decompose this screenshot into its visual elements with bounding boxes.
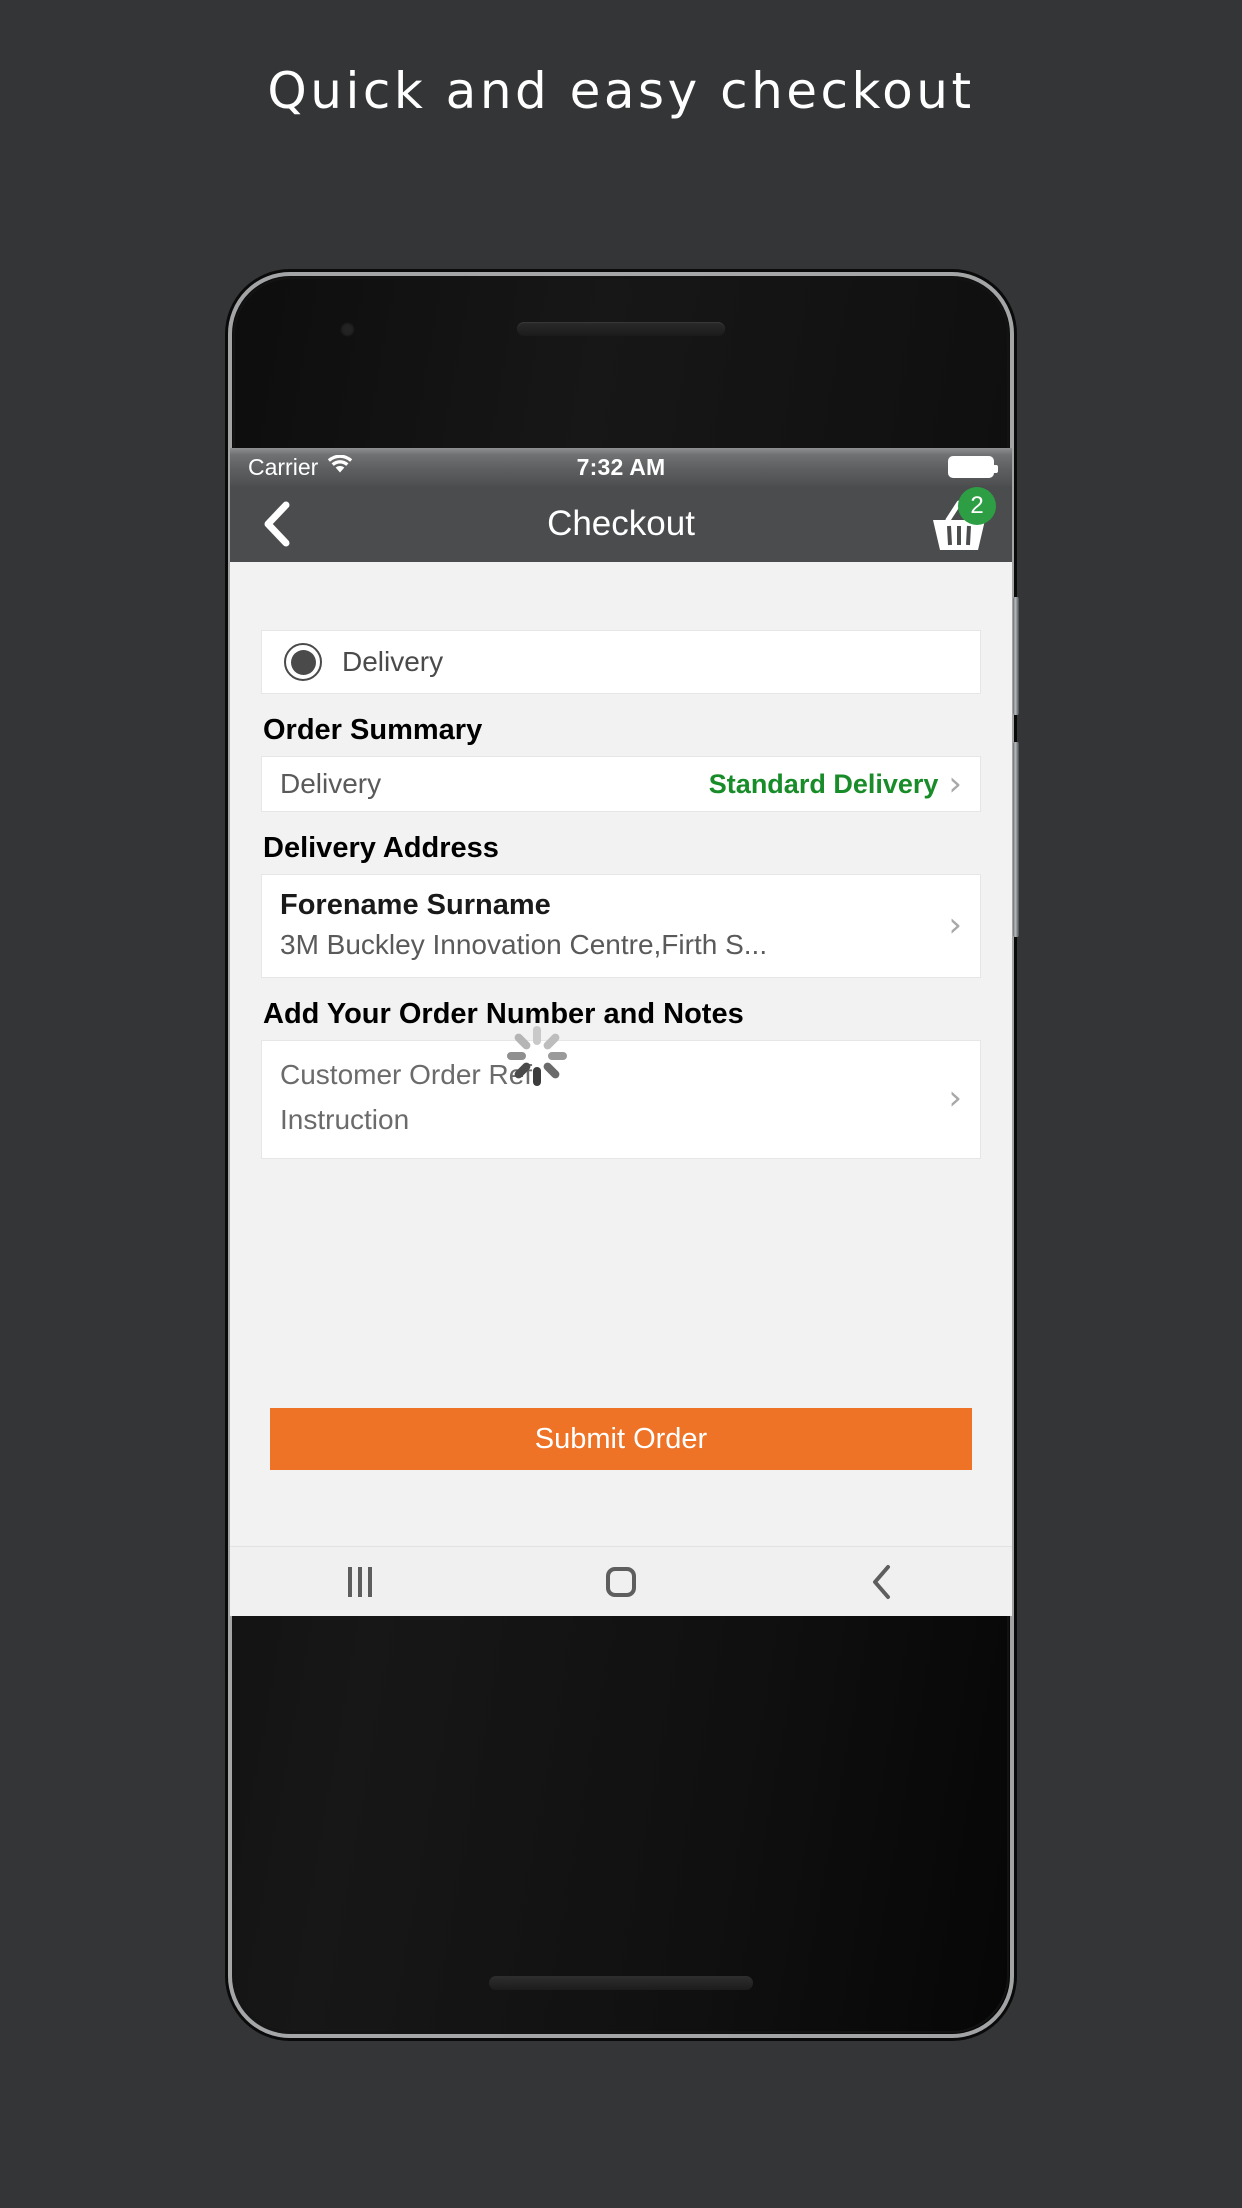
order-summary-row-label: Delivery xyxy=(280,768,382,799)
order-notes-card[interactable]: Customer Order Ref Instruction › xyxy=(261,1026,981,1159)
home-button[interactable] xyxy=(491,1547,752,1617)
home-icon xyxy=(606,1566,636,1597)
page-root: Quick and easy checkout Carrier 7:32 AM … xyxy=(0,0,1242,2208)
android-navigation-bar xyxy=(230,1546,1012,1616)
chevron-left-icon xyxy=(264,501,290,547)
front-camera-icon xyxy=(340,322,355,337)
order-notes-header: Add Your Order Number and Notes xyxy=(263,998,744,1030)
delivery-method-card[interactable]: Delivery xyxy=(261,630,981,694)
delivery-address-line: 3M Buckley Innovation Centre,Firth S... xyxy=(280,929,768,960)
battery-full-icon xyxy=(948,456,998,478)
delivery-address-text: Forename Surname 3M Buckley Innovation C… xyxy=(280,889,767,961)
delivery-address-header: Delivery Address xyxy=(263,832,499,864)
submit-order-button[interactable]: Submit Order xyxy=(270,1408,972,1470)
power-button[interactable] xyxy=(1013,597,1019,715)
delivery-option-row[interactable]: Delivery xyxy=(262,631,980,693)
status-bar-time: 7:32 AM xyxy=(576,453,666,480)
recents-button[interactable] xyxy=(230,1547,491,1617)
android-back-button[interactable] xyxy=(751,1547,1012,1617)
loading-spinner-icon xyxy=(506,1025,568,1087)
back-chevron-icon xyxy=(872,1564,890,1599)
wifi-icon xyxy=(327,454,353,481)
delivery-option-label: Delivery xyxy=(342,646,444,677)
phone-device-frame: Carrier 7:32 AM Checkout 2 Delivery Orde… xyxy=(228,272,1019,2038)
cart-count-badge: 2 xyxy=(958,487,996,525)
radio-selected-icon[interactable] xyxy=(284,643,322,681)
earpiece-speaker xyxy=(517,322,725,336)
delivery-address-name: Forename Surname xyxy=(280,889,551,921)
instruction-field[interactable]: Instruction xyxy=(280,1104,532,1136)
status-bar-left: Carrier xyxy=(248,454,577,481)
navbar-title: Checkout xyxy=(547,504,695,543)
content-flex-spacer xyxy=(230,1159,1012,1408)
page-title: Quick and easy checkout xyxy=(267,62,975,120)
status-bar-right xyxy=(665,456,998,478)
bottom-speaker xyxy=(489,1976,753,1990)
status-bar: Carrier 7:32 AM xyxy=(230,448,1012,486)
customer-order-ref-field[interactable]: Customer Order Ref xyxy=(280,1059,532,1091)
chevron-right-icon: › xyxy=(948,1077,962,1118)
recents-icon xyxy=(348,1566,373,1597)
chevron-right-icon: › xyxy=(948,764,962,804)
order-notes-text: Customer Order Ref Instruction xyxy=(280,1059,532,1136)
cart-button[interactable]: 2 xyxy=(926,487,996,554)
volume-button[interactable] xyxy=(1013,742,1019,937)
submit-bottom-gap xyxy=(230,1470,1012,1546)
phone-screen: Carrier 7:32 AM Checkout 2 Delivery Orde… xyxy=(230,448,1012,1616)
checkout-content: Delivery Order Summary Delivery Standard… xyxy=(230,562,1012,1616)
radio-dot xyxy=(290,649,316,675)
order-summary-row-value-wrap: Standard Delivery › xyxy=(709,767,962,801)
back-button[interactable] xyxy=(250,497,304,551)
order-summary-row-delivery[interactable]: Delivery Standard Delivery › xyxy=(262,757,980,811)
submit-order-wrap: Submit Order xyxy=(230,1408,1012,1470)
chevron-right-icon: › xyxy=(948,905,962,945)
order-summary-header: Order Summary xyxy=(263,714,483,746)
order-summary-row-value: Standard Delivery xyxy=(708,768,939,799)
content-top-spacer xyxy=(230,562,1012,630)
delivery-address-card[interactable]: Forename Surname 3M Buckley Innovation C… xyxy=(261,874,981,978)
carrier-label: Carrier xyxy=(248,453,319,480)
order-summary-card[interactable]: Delivery Standard Delivery › xyxy=(261,756,981,812)
content-padding: Delivery Order Summary Delivery Standard… xyxy=(230,630,1012,1159)
app-navbar: Checkout 2 xyxy=(230,486,1012,562)
